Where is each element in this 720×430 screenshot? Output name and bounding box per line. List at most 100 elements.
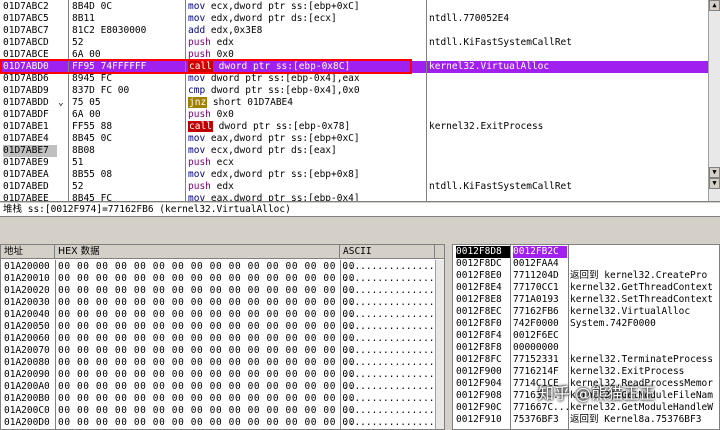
disasm-row[interactable]: 01D7ABE7 8B08 mov ecx,dword ptr ds:[eax] bbox=[0, 145, 708, 157]
column-divider bbox=[68, 0, 69, 201]
dump-row[interactable]: 01A20070 00 00 00 00 00 00 00 00 00 00 00… bbox=[1, 345, 435, 357]
stack-comment: System.742F0000 bbox=[570, 318, 719, 330]
disasm-row[interactable]: 01D7ABC5 8B11 mov edx,dword ptr ds:[ecx] nt… bbox=[0, 13, 708, 25]
dump-row[interactable]: 01A200D0 00 00 00 00 00 00 00 00 00 00 00… bbox=[1, 417, 435, 429]
column-divider bbox=[55, 260, 56, 429]
dump-row[interactable]: 01A20060 00 00 00 00 00 00 00 00 00 00 00… bbox=[1, 333, 435, 345]
stack-row[interactable]: 0012F8EC 77162FB6 kernel32.VirtualAlloc bbox=[453, 306, 719, 318]
disasm-row[interactable]: 01D7ABDF 6A 00 push 0x0 bbox=[0, 109, 708, 121]
dump-col-hex[interactable]: HEX 数据 bbox=[55, 245, 340, 259]
dump-row[interactable]: 01A20020 00 00 00 00 00 00 00 00 00 00 00… bbox=[1, 285, 435, 297]
disasm-hex: 8945 FC bbox=[72, 73, 113, 84]
stack-row[interactable]: 0012F8FC 77152331 kernel32.TerminateProces… bbox=[453, 354, 719, 366]
dump-col-ascii[interactable]: ASCII bbox=[340, 245, 435, 259]
disasm-row[interactable]: 01D7ABD9 837D FC 00 cmp dword ptr ss:[ebp-… bbox=[0, 85, 708, 97]
disasm-opcode: add bbox=[188, 25, 206, 36]
disasm-address: 01D7ABC5 bbox=[3, 13, 49, 24]
dump-ascii: ................ bbox=[343, 357, 435, 368]
disasm-address: 01D7ABD0 bbox=[3, 61, 49, 72]
scroll-up-arrow-icon[interactable]: ▲ bbox=[709, 0, 720, 11]
stack-address: 0012F8DC bbox=[456, 258, 502, 269]
disasm-opcode: push bbox=[188, 109, 211, 120]
disasm-comment: kernel32.VirtualAlloc bbox=[429, 61, 550, 72]
disassembly-scrollbar[interactable]: ▲ ▼ ▼ bbox=[708, 0, 720, 201]
memory-dump-pane[interactable]: 地址 HEX 数据 ASCII 01A20000 00 00 00 00 00 0… bbox=[0, 244, 445, 430]
disasm-opcode: call bbox=[188, 61, 213, 72]
disasm-row[interactable]: 01D7ABC2 8B4D 0C mov ecx,dword ptr ss:[ebp… bbox=[0, 1, 708, 13]
disasm-address: 01D7ABD9 bbox=[3, 85, 49, 96]
disasm-operands: 0x0 bbox=[216, 109, 234, 120]
disasm-row[interactable]: 01D7ABD0 FF95 74FFFFFF call dword ptr ss:[… bbox=[0, 61, 708, 73]
dump-bytes: 00 00 00 00 00 00 00 00 00 00 00 00 00 0… bbox=[58, 345, 356, 356]
disasm-row[interactable]: 01D7ABD6 8945 FC mov dword ptr ss:[ebp-0x4… bbox=[0, 73, 708, 85]
dump-row[interactable]: 01A20040 00 00 00 00 00 00 00 00 00 00 00… bbox=[1, 309, 435, 321]
stack-address: 0012F8E0 bbox=[456, 270, 502, 281]
dump-address: 01A20000 bbox=[4, 261, 50, 272]
disassembly-pane[interactable]: 01D7ABC2 8B4D 0C mov ecx,dword ptr ss:[ebp… bbox=[0, 0, 720, 202]
stack-row[interactable]: 0012F900 7716214F kernel32.ExitProcess bbox=[453, 366, 719, 378]
dump-header: 地址 HEX 数据 ASCII bbox=[1, 245, 444, 259]
stack-row[interactable]: 0012F8F8 00000000 bbox=[453, 342, 719, 354]
dump-row[interactable]: 01A20080 00 00 00 00 00 00 00 00 00 00 00… bbox=[1, 357, 435, 369]
disasm-opcode: mov bbox=[188, 133, 206, 144]
disasm-address: 01D7ABCE bbox=[3, 49, 49, 60]
disasm-opcode: push bbox=[188, 181, 211, 192]
dump-ascii: ................ bbox=[343, 309, 435, 320]
stack-comment-text: Kernel8a.75376BF3 bbox=[598, 414, 702, 425]
stack-row[interactable]: 0012F8E8 771A0193 kernel32.SetThreadContex… bbox=[453, 294, 719, 306]
info-line-label: 堆栈 bbox=[3, 204, 23, 215]
dump-row[interactable]: 01A200C0 00 00 00 00 00 00 00 00 00 00 00… bbox=[1, 405, 435, 417]
stack-row[interactable]: 0012F8E0 7711204D 返回到 kernel32.CreatePro bbox=[453, 270, 719, 282]
dump-row[interactable]: 01A20050 00 00 00 00 00 00 00 00 00 00 00… bbox=[1, 321, 435, 333]
disasm-row[interactable]: 01D7ABE9 51 push ecx bbox=[0, 157, 708, 169]
dump-address: 01A20060 bbox=[4, 333, 50, 344]
disasm-opcode: mov bbox=[188, 1, 206, 12]
dump-row[interactable]: 01A200A0 00 00 00 00 00 00 00 00 00 00 00… bbox=[1, 381, 435, 393]
disasm-row[interactable]: 01D7ABED 52 push edx ntdll.KiFastSystemCall… bbox=[0, 181, 708, 193]
stack-value: 77163... bbox=[513, 390, 559, 401]
dump-col-address[interactable]: 地址 bbox=[1, 245, 55, 259]
stack-comment-text: kernel32.CreatePro bbox=[598, 270, 708, 281]
dump-ascii: ................ bbox=[343, 333, 435, 344]
stack-row[interactable]: 0012F908 77163... kernel32.GetModuleFileNa… bbox=[453, 390, 719, 402]
stack-row[interactable]: 0012F8E4 77170CC1 kernel32.GetThreadContex… bbox=[453, 282, 719, 294]
stack-address: 0012F8E8 bbox=[456, 294, 502, 305]
stack-pane[interactable]: 0012F8D8 0012FB2C 0012F8DC 0012FAA4 0012F8E0… bbox=[452, 244, 720, 430]
dump-row[interactable]: 01A20030 00 00 00 00 00 00 00 00 00 00 00… bbox=[1, 297, 435, 309]
dump-address: 01A200B0 bbox=[4, 393, 50, 404]
disasm-row[interactable]: 01D7ABEE 8B45 FC mov eax,dword ptr ss:[ebp… bbox=[0, 193, 708, 201]
stack-row[interactable]: 0012F90C 771667C... kernel32.GetModuleHand… bbox=[453, 402, 719, 414]
stack-comment-text: kernel32.GetThreadContext bbox=[570, 282, 713, 293]
disasm-hex: 81C2 E8030000 bbox=[72, 25, 147, 36]
stack-row[interactable]: 0012F8F4 0012F6EC bbox=[453, 330, 719, 342]
dump-row[interactable]: 01A20010 00 00 00 00 00 00 00 00 00 00 00… bbox=[1, 273, 435, 285]
stack-row[interactable]: 0012F8F0 742F0000 System.742F0000 bbox=[453, 318, 719, 330]
disasm-row[interactable]: 01D7ABDD ⌄ 75 05 jnz short 01D7ABE4 bbox=[0, 97, 708, 109]
disasm-row[interactable]: 01D7ABCD 52 push edx ntdll.KiFastSystemCall… bbox=[0, 37, 708, 49]
dump-bytes: 00 00 00 00 00 00 00 00 00 00 00 00 00 0… bbox=[58, 405, 356, 416]
dump-row[interactable]: 01A200B0 00 00 00 00 00 00 00 00 00 00 00… bbox=[1, 393, 435, 405]
pane-gap bbox=[0, 218, 720, 244]
disasm-operands: edx bbox=[216, 181, 234, 192]
stack-row[interactable]: 0012F904 7714C1CE kernel32.ReadProcessMemo… bbox=[453, 378, 719, 390]
scroll-down-arrow-icon[interactable]: ▼ bbox=[709, 167, 720, 178]
dump-scrollbar[interactable] bbox=[435, 260, 444, 429]
disasm-row[interactable]: 01D7ABC7 81C2 E8030000 add edx,0x3E8 bbox=[0, 25, 708, 37]
disasm-instruction: mov eax,dword ptr ss:[ebp+0xC] bbox=[188, 133, 424, 145]
disasm-instruction: add edx,0x3E8 bbox=[188, 25, 424, 37]
stack-comment-text: kernel32.GetModuleHandleW bbox=[570, 402, 713, 413]
stack-row[interactable]: 0012F910 75376BF3 返回到 Kernel8a.75376BF3 bbox=[453, 414, 719, 426]
disasm-row[interactable]: 01D7ABE4 8B45 0C mov eax,dword ptr ss:[ebp… bbox=[0, 133, 708, 145]
dump-row[interactable]: 01A20000 00 00 00 00 00 00 00 00 00 00 00… bbox=[1, 261, 435, 273]
scroll-down-arrow-icon[interactable]: ▼ bbox=[709, 178, 720, 189]
disasm-row[interactable]: 01D7ABCE 6A 00 push 0x0 bbox=[0, 49, 708, 61]
stack-address: 0012F8D8 bbox=[456, 246, 510, 258]
disasm-opcode: mov bbox=[188, 169, 206, 180]
dump-ascii: ................ bbox=[343, 297, 435, 308]
disasm-row[interactable]: 01D7ABEA 8B55 08 mov edx,dword ptr ss:[ebp… bbox=[0, 169, 708, 181]
stack-row[interactable]: 0012F8DC 0012FAA4 bbox=[453, 258, 719, 270]
dump-row[interactable]: 01A20090 00 00 00 00 00 00 00 00 00 00 00… bbox=[1, 369, 435, 381]
stack-row[interactable]: 0012F8D8 0012FB2C bbox=[453, 246, 719, 258]
disasm-row[interactable]: 01D7ABE1 FF55 88 call dword ptr ss:[ebp-0x… bbox=[0, 121, 708, 133]
dump-bytes: 00 00 00 00 00 00 00 00 00 00 00 00 00 0… bbox=[58, 369, 356, 380]
